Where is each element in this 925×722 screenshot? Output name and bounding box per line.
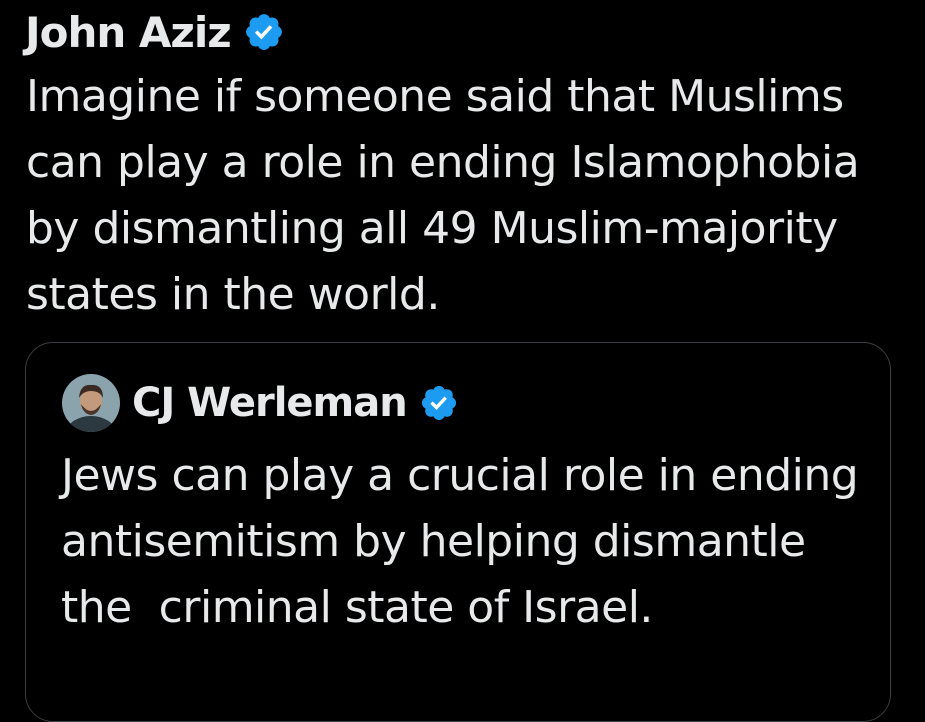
verified-badge-icon: [245, 14, 282, 50]
verified-badge-icon: [421, 385, 456, 421]
post: John Aziz Imagine if someone said that M…: [0, 0, 925, 722]
quoted-author-name[interactable]: CJ Werleman: [132, 380, 408, 426]
quoted-post-header: CJ Werleman: [62, 374, 459, 432]
post-header: John Aziz: [25, 4, 285, 60]
avatar-image: [62, 374, 120, 432]
quoted-post-card[interactable]: CJ Werleman Jews can play a crucial role…: [25, 342, 891, 722]
post-text: Imagine if someone said that Muslims can…: [26, 71, 860, 320]
quoted-post-text: Jews can play a crucial role in ending a…: [61, 450, 872, 633]
avatar[interactable]: [62, 374, 120, 432]
author-name[interactable]: John Aziz: [25, 8, 232, 57]
